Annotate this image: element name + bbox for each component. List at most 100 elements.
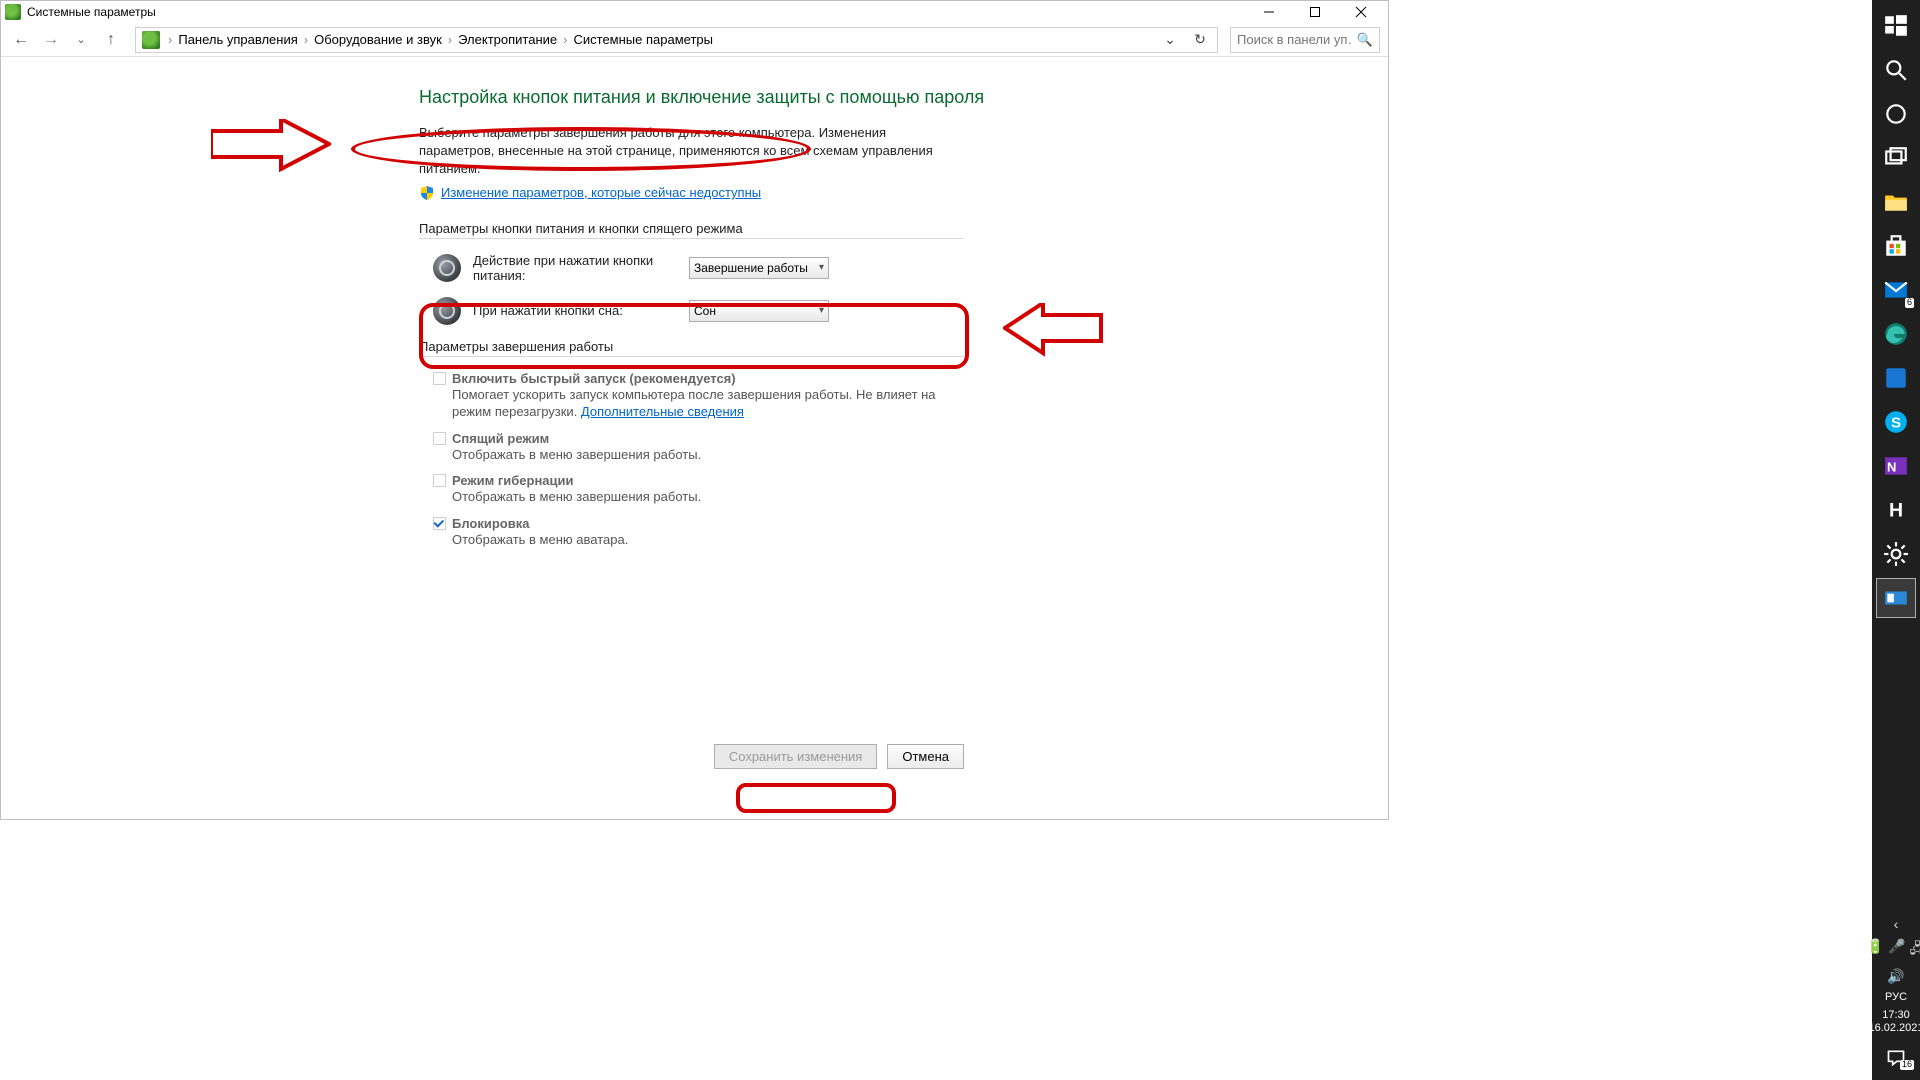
change-unavailable-settings-link[interactable]: Изменение параметров, которые сейчас нед… [441,185,761,200]
svg-text:H: H [1889,500,1903,522]
window-title: Системные параметры [27,5,156,19]
microsoft-store-icon[interactable] [1876,226,1916,266]
hibernate-option: Режим гибернации Отображать в меню завер… [419,473,964,506]
address-bar[interactable]: › Панель управления › Оборудование и зву… [135,27,1218,53]
sleep-option-desc: Отображать в меню завершения работы. [433,446,964,464]
system-tray: ‹ 🔋 🎤 🖧 🔊 РУС 17:30 16.02.2021 16 [1867,916,1920,1080]
chevron-down-icon: ▾ [819,305,824,316]
clock[interactable]: 17:30 16.02.2021 [1868,1009,1920,1037]
forward-button[interactable]: → [39,28,63,52]
settings-icon[interactable] [1876,534,1916,574]
hibernate-option-desc: Отображать в меню завершения работы. [433,488,964,506]
breadcrumb[interactable]: Оборудование и звук [312,32,444,47]
fast-startup-label: Включить быстрый запуск (рекомендуется) [452,371,736,386]
power-button-action-row: Действие при нажатии кнопки питания: Зав… [419,253,1388,283]
fast-startup-checkbox[interactable] [433,372,446,385]
search-icon: 🔍 [1357,32,1373,48]
close-button[interactable] [1338,1,1384,23]
svg-text:S: S [1891,414,1901,431]
search-button[interactable] [1876,50,1916,90]
power-icon [433,254,461,282]
power-options-icon [5,4,21,20]
titlebar: Системные параметры [1,1,1388,23]
clock-date: 16.02.2021 [1868,1022,1920,1036]
breadcrumb[interactable]: Системные параметры [571,32,714,47]
tray-battery-icon[interactable]: 🔋 [1867,938,1884,962]
search-input[interactable] [1237,32,1353,47]
language-indicator[interactable]: РУС [1885,991,1907,1003]
address-bar-icon [142,31,160,49]
lock-option-label: Блокировка [452,516,529,531]
power-button-select-value: Завершение работы [694,261,808,275]
chevron-right-icon: › [444,32,456,47]
sleep-button-label: При нажатии кнопки сна: [473,303,689,318]
page-title: Настройка кнопок питания и включение защ… [419,87,1388,108]
more-info-link[interactable]: Дополнительные сведения [581,404,744,419]
recent-dropdown[interactable]: ⌄ [69,28,93,52]
chevron-right-icon: › [164,32,176,47]
admin-link-row: Изменение параметров, которые сейчас нед… [419,185,1388,201]
fast-startup-desc: Помогает ускорить запуск компьютера посл… [433,386,964,421]
action-center-icon[interactable]: 16 [1876,1044,1916,1072]
power-button-section-header: Параметры кнопки питания и кнопки спящег… [419,221,964,239]
sleep-icon [433,297,461,325]
lock-option-desc: Отображать в меню аватара. [433,531,964,549]
power-button-label: Действие при нажатии кнопки питания: [473,253,689,283]
lock-checkbox[interactable] [433,517,446,530]
app-icon-blue[interactable] [1876,358,1916,398]
window-controls [1246,1,1384,23]
hibernate-checkbox[interactable] [433,474,446,487]
control-panel-taskbar-icon[interactable] [1876,578,1916,618]
cortana-button[interactable] [1876,94,1916,134]
edge-icon[interactable] [1876,314,1916,354]
up-button[interactable]: ↑ [99,28,123,52]
start-button[interactable] [1876,6,1916,46]
lock-option: Блокировка Отображать в меню аватара. [419,516,964,549]
annotation-rect-save [736,783,896,813]
navigation-bar: ← → ⌄ ↑ › Панель управления › Оборудован… [1,23,1388,57]
refresh-button[interactable]: ↻ [1189,29,1211,51]
address-dropdown-button[interactable]: ⌄ [1159,29,1181,51]
onenote-icon[interactable]: N [1876,446,1916,486]
cancel-button[interactable]: Отмена [887,744,964,769]
task-view-button[interactable] [1876,138,1916,178]
tray-volume-icon[interactable]: 🔊 [1887,968,1904,985]
save-button[interactable]: Сохранить изменения [714,744,878,769]
sleep-button-select[interactable]: Сон ▾ [689,300,829,322]
sleep-checkbox[interactable] [433,432,446,445]
file-explorer-icon[interactable] [1876,182,1916,222]
control-panel-window: Системные параметры ← → ⌄ ↑ › Панель упр… [0,0,1389,820]
notification-badge: 16 [1900,1060,1914,1070]
fast-startup-option: Включить быстрый запуск (рекомендуется) … [419,371,964,421]
mail-icon[interactable]: 6 [1876,270,1916,310]
maximize-button[interactable] [1292,1,1338,23]
minimize-button[interactable] [1246,1,1292,23]
svg-text:N: N [1887,459,1896,474]
clock-time: 17:30 [1868,1009,1920,1023]
sleep-option-label: Спящий режим [452,431,549,446]
uac-shield-icon [419,185,435,201]
back-button[interactable]: ← [9,28,33,52]
content-area: Настройка кнопок питания и включение защ… [1,57,1388,548]
taskbar: 6 S N H ‹ 🔋 🎤 🖧 🔊 РУС 17:30 16.02.2021 [1872,0,1920,1080]
tray-chevron-icon[interactable]: ‹ [1894,916,1899,932]
intro-text: Выберите параметры завершения работы для… [419,124,964,179]
shutdown-section-header: Параметры завершения работы [419,339,964,357]
chevron-right-icon: › [559,32,571,47]
tray-network-icon[interactable]: 🖧 [1910,938,1920,962]
chevron-right-icon: › [300,32,312,47]
breadcrumb[interactable]: Панель управления [176,32,299,47]
sleep-option: Спящий режим Отображать в меню завершени… [419,431,964,464]
button-row: Сохранить изменения Отмена [419,744,964,769]
tray-mic-icon[interactable]: 🎤 [1888,938,1905,962]
search-box[interactable]: 🔍 [1230,27,1380,53]
skype-icon[interactable]: S [1876,402,1916,442]
power-button-select[interactable]: Завершение работы ▾ [689,257,829,279]
hibernate-option-label: Режим гибернации [452,473,574,488]
chevron-down-icon: ▾ [819,262,824,273]
sleep-button-action-row: При нажатии кнопки сна: Сон ▾ [419,297,1388,325]
breadcrumb[interactable]: Электропитание [456,32,559,47]
sleep-button-select-value: Сон [694,304,716,318]
mail-badge: 6 [1905,298,1914,308]
app-icon-h[interactable]: H [1876,490,1916,530]
